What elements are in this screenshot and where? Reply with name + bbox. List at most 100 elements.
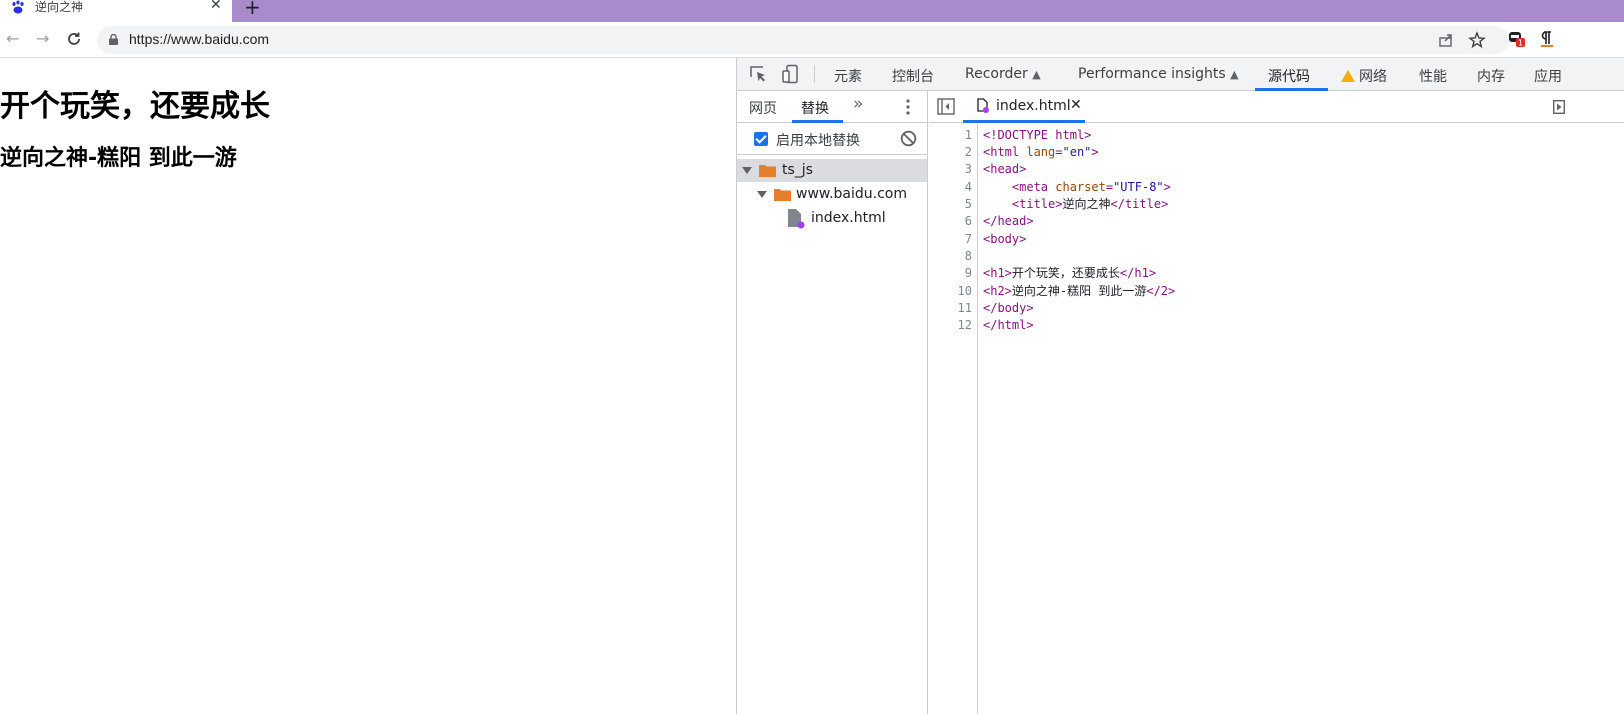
- line-number: 8: [964, 249, 972, 263]
- tree-item-ts-js[interactable]: ts_js: [737, 159, 927, 182]
- code-line: </body>: [983, 300, 1034, 317]
- code-line: <h2>逆向之神-糕阳 到此一游</2>: [983, 283, 1175, 300]
- code-token: <h1>: [983, 266, 1012, 280]
- close-tab-icon[interactable]: ✕: [210, 0, 222, 13]
- tab-network-label: 网络: [1359, 69, 1387, 85]
- tab-elements[interactable]: 元素: [834, 66, 862, 86]
- enable-overrides-row: 启用本地替换: [737, 123, 927, 155]
- tab-recorder[interactable]: Recorder ▲: [965, 66, 1041, 82]
- warning-icon: [1341, 70, 1355, 82]
- close-file-icon[interactable]: ✕: [1070, 97, 1082, 113]
- page-viewport: 开个玩笑，还要成长 逆向之神-糕阳 到此一游: [0, 58, 736, 714]
- new-tab-button[interactable]: +: [244, 0, 261, 19]
- code-area[interactable]: <!DOCTYPE html> <html lang="en"> <head> …: [983, 123, 1623, 714]
- code-token: charset: [1055, 180, 1106, 194]
- back-arrow-icon[interactable]: ←: [6, 29, 19, 48]
- device-toolbar-icon[interactable]: [781, 64, 801, 84]
- browser-tab[interactable]: 逆向之神 ✕: [0, 0, 232, 22]
- enable-overrides-checkbox[interactable]: [754, 132, 768, 146]
- forward-arrow-icon[interactable]: →: [36, 29, 49, 48]
- code-token: =: [1105, 180, 1114, 194]
- tree-item-www-baidu-com[interactable]: www.baidu.com: [737, 183, 927, 206]
- line-number: 10: [957, 284, 972, 298]
- tab-performance-insights[interactable]: Performance insights ▲: [1078, 66, 1239, 82]
- line-number: 11: [957, 301, 972, 315]
- code-token: <head>: [983, 162, 1027, 176]
- flask-icon: ▲: [1032, 68, 1041, 81]
- code-line: <!DOCTYPE html>: [983, 127, 1091, 144]
- code-token: </html>: [983, 318, 1034, 332]
- expand-triangle-icon[interactable]: [757, 191, 767, 198]
- clear-overrides-icon[interactable]: [900, 130, 917, 147]
- devtools-panel: 元素 控制台 Recorder ▲ Performance insights ▲…: [736, 58, 1624, 714]
- extension-badge: 1: [1518, 39, 1523, 48]
- code-token: >: [1163, 180, 1171, 194]
- line-number: 9: [964, 266, 972, 280]
- code-token: 逆向之神: [1062, 197, 1111, 211]
- line-number: 7: [964, 232, 972, 246]
- line-number: 6: [964, 214, 972, 228]
- editor-tab-bar: index.html ✕: [929, 91, 1624, 123]
- code-token: >: [1091, 145, 1099, 159]
- code-token: 开个玩笑，还要成长: [1011, 266, 1120, 280]
- toggle-debugger-icon[interactable]: [1553, 100, 1565, 114]
- code-token: </title>: [1110, 197, 1169, 211]
- folder-icon: [774, 189, 791, 201]
- line-number-gutter: 1 2 3 4 5 6 7 8 9 10 11 12: [929, 123, 978, 714]
- reload-icon[interactable]: [66, 31, 82, 47]
- code-token: </head>: [983, 214, 1034, 228]
- more-tabs-icon[interactable]: »: [853, 94, 863, 114]
- code-token: </body>: [983, 301, 1034, 315]
- code-token: <title>: [1011, 197, 1063, 211]
- tab-console[interactable]: 控制台: [892, 66, 934, 86]
- code-token: 逆向之神-糕阳 到此一游: [1011, 284, 1147, 298]
- kebab-menu-icon[interactable]: [906, 99, 910, 115]
- code-line: <h1>开个玩笑，还要成长</h1>: [983, 265, 1156, 282]
- nav-tab-overrides[interactable]: 替换: [801, 98, 829, 118]
- line-number: 12: [957, 318, 972, 332]
- extension-icon[interactable]: 1: [1508, 30, 1525, 47]
- flask-icon: ▲: [1230, 68, 1239, 81]
- editor-file-tab[interactable]: index.html ✕: [963, 91, 1085, 123]
- tab-memory[interactable]: 内存: [1477, 66, 1505, 86]
- bookmark-star-icon[interactable]: [1468, 31, 1486, 49]
- nav-tab-page[interactable]: 网页: [749, 98, 777, 118]
- pilcrow-extension-icon[interactable]: [1538, 30, 1554, 48]
- code-token: <h2>: [983, 284, 1012, 298]
- editor-file-name: index.html: [996, 98, 1071, 114]
- code-line: <meta charset="UTF-8">: [983, 179, 1171, 196]
- address-bar[interactable]: https://www.baidu.com: [97, 26, 1509, 54]
- lock-icon[interactable]: [109, 34, 118, 45]
- folder-icon: [759, 165, 776, 177]
- baidu-paw-icon: [12, 0, 24, 14]
- tab-application[interactable]: 应用: [1534, 66, 1562, 86]
- expand-triangle-icon[interactable]: [742, 167, 752, 174]
- tab-performance[interactable]: 性能: [1419, 66, 1447, 86]
- code-token: </2>: [1146, 284, 1176, 298]
- tab-recorder-label: Recorder: [965, 66, 1028, 82]
- tree-item-index-html[interactable]: index.html: [737, 207, 927, 230]
- tab-title: 逆向之神: [35, 0, 84, 14]
- line-number: 2: [964, 145, 972, 159]
- toggle-navigator-icon[interactable]: [937, 98, 955, 115]
- navigator-tabs: 网页 替换 »: [737, 91, 927, 123]
- tab-strip-background: [232, 0, 1624, 22]
- page-heading-h1: 开个玩笑，还要成长: [0, 89, 270, 124]
- code-token: =: [1055, 145, 1063, 159]
- url-text[interactable]: https://www.baidu.com: [129, 31, 269, 47]
- browser-toolbar: ← → https://www.baidu.com 1: [0, 22, 1624, 58]
- overridden-file-icon: [788, 209, 805, 229]
- code-token: <html: [983, 145, 1027, 159]
- tab-sources[interactable]: 源代码: [1268, 66, 1310, 86]
- tab-strip: 逆向之神 ✕ +: [0, 0, 1624, 22]
- inspect-element-icon[interactable]: [748, 64, 768, 84]
- line-number: 1: [964, 128, 972, 142]
- code-line: <body>: [983, 231, 1026, 248]
- tab-network[interactable]: 网络: [1341, 66, 1387, 86]
- share-icon[interactable]: [1437, 31, 1455, 49]
- sources-navigator: 网页 替换 » 启用本地替换 ts_js www.baidu.com index…: [737, 91, 928, 714]
- tree-item-label: ts_js: [782, 162, 813, 178]
- toolbar-divider: [814, 65, 815, 83]
- code-token: lang: [1026, 145, 1056, 159]
